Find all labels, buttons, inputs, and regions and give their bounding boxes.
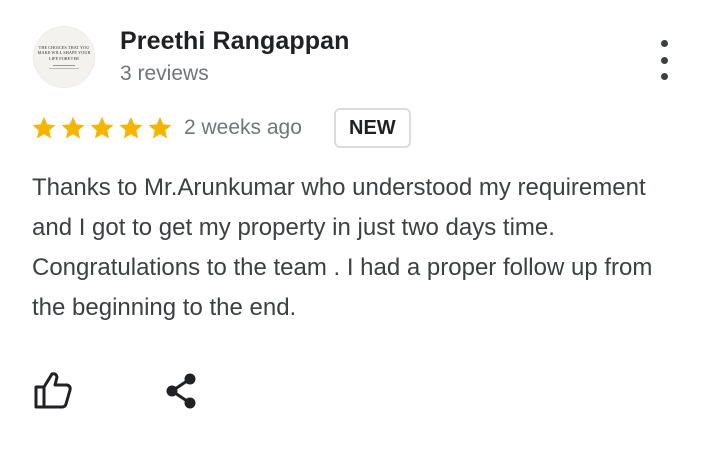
star-icon [119, 116, 143, 139]
thumb-up-icon[interactable] [33, 370, 73, 410]
avatar[interactable]: THE CHOICES THAT YOU MAKE WILL SHAPE YOU… [33, 26, 95, 88]
reviewer-review-count: 3 reviews [120, 62, 209, 85]
kebab-dot [660, 56, 668, 64]
avatar-decoration [49, 68, 79, 70]
avatar-text-line-3: LIFE FOREVER [48, 55, 80, 61]
share-icon[interactable] [160, 372, 200, 410]
kebab-dot [660, 40, 668, 47]
star-icon [90, 116, 114, 139]
star-icon [61, 116, 85, 139]
avatar-decoration [53, 65, 75, 67]
new-badge: NEW [334, 108, 411, 148]
kebab-dot [660, 73, 668, 80]
star-icon [148, 116, 172, 139]
review-text: Thanks to Mr.Arunkumar who understood my… [32, 174, 653, 321]
review-time: 2 weeks ago [184, 116, 302, 139]
reviewer-name[interactable]: Preethi Rangappan [120, 27, 350, 56]
more-vert-icon[interactable] [650, 40, 678, 80]
star-icon [32, 116, 56, 139]
star-rating [31, 115, 173, 141]
